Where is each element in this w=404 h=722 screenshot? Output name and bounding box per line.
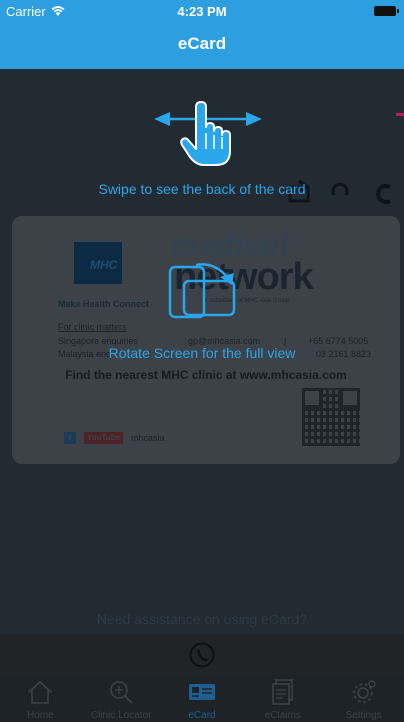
tab-home-label: Home	[27, 710, 54, 721]
home-icon	[28, 680, 52, 704]
battery-icon	[374, 6, 399, 16]
youtube-icon: YouTube	[84, 432, 124, 444]
tab-eclaims[interactable]: eClaims	[242, 676, 323, 722]
social-handle: mhcasia	[131, 433, 165, 443]
gear-icon	[352, 680, 376, 703]
page-title: eCard	[177, 34, 227, 53]
qr-code	[302, 388, 360, 446]
status-time: 4:23 PM	[177, 4, 227, 19]
call-bar	[0, 634, 404, 676]
member-card[interactable]: MHC Make Health Connect medical network …	[12, 216, 400, 464]
swipe-hand-icon	[154, 101, 262, 166]
phone-icon[interactable]	[189, 642, 215, 668]
documents-icon	[271, 679, 293, 705]
clinic-matters-heading: For clinic matters	[58, 322, 127, 332]
swipe-hint: Swipe to see the back of the card	[98, 181, 306, 197]
tab-ecard[interactable]: eCard	[162, 676, 243, 722]
pink-marker	[396, 113, 404, 116]
map-search-icon	[110, 681, 133, 704]
mhc-tagline: Make Health Connect	[58, 299, 150, 309]
social-links: f YouTube mhcasia	[64, 432, 165, 444]
tab-bar: Home Clinic Locator eCard eClaims Settin…	[0, 676, 404, 722]
tab-home[interactable]: Home	[0, 676, 81, 722]
mhc-logo-text: MHC	[90, 258, 118, 272]
rotate-device-icon	[168, 263, 236, 319]
rotate-hint: Rotate Screen for the full view	[108, 345, 296, 361]
tab-clinic-locator-label: Clinic Locator	[90, 710, 152, 721]
id-card-icon	[188, 684, 215, 700]
tab-ecard-label: eCard	[188, 710, 216, 721]
navigation-bar: eCard	[0, 22, 404, 69]
status-bar: Carrier 4:23 PM	[0, 0, 404, 22]
facebook-icon: f	[64, 432, 76, 444]
tab-settings-label: Settings	[345, 710, 382, 721]
tab-settings[interactable]: Settings	[323, 676, 404, 722]
find-clinic-line: Find the nearest MHC clinic at www.mhcas…	[65, 368, 347, 382]
tab-clinic-locator[interactable]: Clinic Locator	[81, 676, 162, 722]
tab-eclaims-label: eClaims	[264, 710, 301, 721]
ecard-content: MHC Make Health Connect medical network …	[0, 69, 404, 634]
assistance-link[interactable]: Need assistance on using eCard?	[0, 611, 404, 627]
